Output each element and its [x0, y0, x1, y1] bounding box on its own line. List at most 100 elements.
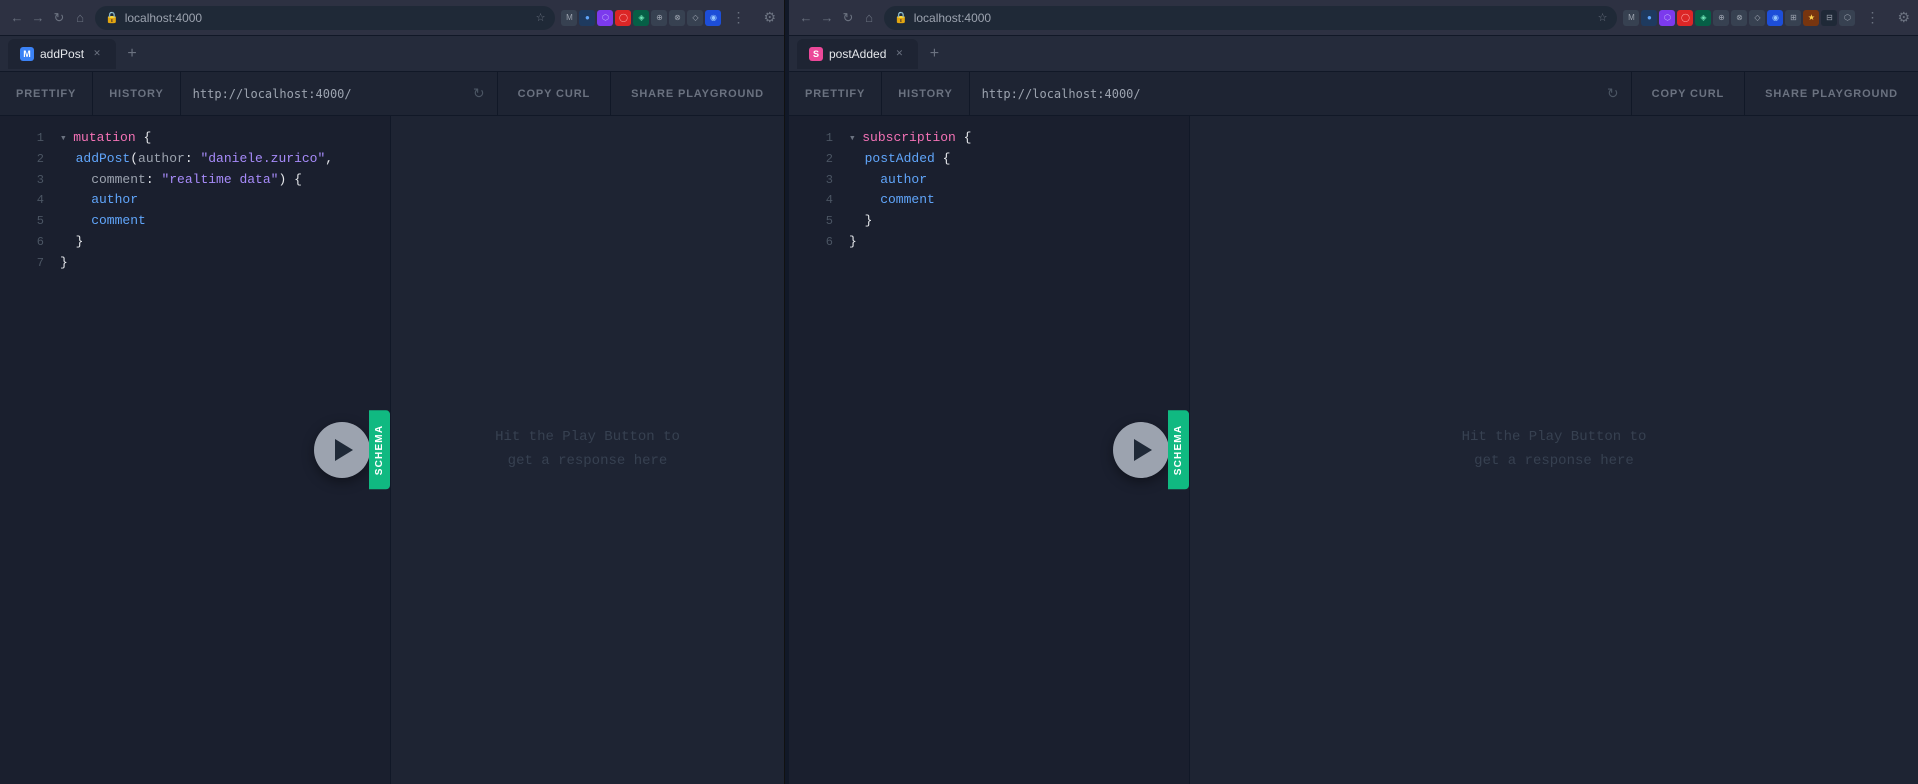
star-icon-2: ☆ [1598, 11, 1608, 24]
extension-icons-1: M ● ⬡ ◯ ◈ ⊕ ⊗ ◇ ◉ [561, 10, 721, 26]
tab-close-2[interactable]: ✕ [892, 47, 906, 61]
collapse-icon-2: ▾ [849, 133, 862, 145]
code-line-2-6: 6 } [805, 232, 1173, 253]
ext-icon-1g: ⊗ [669, 10, 685, 26]
history-button-2[interactable]: HISTORY [882, 72, 969, 115]
kw-subscription: subscription [862, 130, 956, 145]
url-input-1[interactable] [193, 87, 465, 101]
line-content-1-2: addPost(author: "daniele.zurico", [60, 149, 374, 170]
code-line-1-3: 3 comment: "realtime data") { [16, 170, 374, 191]
url-input-2[interactable] [982, 87, 1599, 101]
forward-button-2[interactable]: → [818, 9, 836, 27]
prettify-button-2[interactable]: PRETTIFY [789, 72, 882, 115]
address-input-1[interactable]: 🔒 localhost:4000 ☆ [95, 6, 555, 30]
ext-icon-2b: ● [1641, 10, 1657, 26]
tab-addpost[interactable]: M addPost ✕ [8, 39, 116, 69]
tab-postadded[interactable]: S postAdded ✕ [797, 39, 918, 69]
menu-button-1[interactable]: ⋮ [727, 7, 749, 28]
star-icon-1: ☆ [536, 11, 546, 24]
back-button-1[interactable]: ← [8, 9, 26, 27]
line-content-1-1: ▾ mutation { [60, 128, 374, 149]
address-bar-row-2: ← → ↻ ⌂ 🔒 localhost:4000 ☆ M ● ⬡ ◯ ◈ ⊕ ⊗… [789, 0, 1918, 36]
line-content-1-3: comment: "realtime data") { [60, 170, 374, 191]
tab-label-1: addPost [40, 47, 84, 61]
ext-icon-2k: ★ [1803, 10, 1819, 26]
url-area-2: ↻ [970, 85, 1631, 102]
code-content-1: 1 ▾ mutation { 2 addPost(author: "daniel… [0, 128, 390, 274]
new-tab-button-1[interactable]: + [120, 42, 144, 66]
new-tab-button-2[interactable]: + [922, 42, 946, 66]
address-bar-row-1: ← → ↻ ⌂ 🔒 localhost:4000 ☆ M ● ⬡ ◯ ◈ ⊕ ⊗… [0, 0, 784, 36]
nav-buttons-1: ← → ↻ ⌂ [8, 9, 89, 27]
reload-button-2[interactable]: ↻ [839, 9, 857, 27]
tab-bar-1: M addPost ✕ + [0, 36, 784, 72]
line-num-1-7: 7 [16, 254, 44, 273]
share-playground-button-2[interactable]: SHARE PLAYGROUND [1744, 72, 1918, 116]
code-content-2: 1 ▾ subscription { 2 postAdded { [789, 128, 1189, 253]
copy-curl-button-2[interactable]: COPY CURL [1631, 72, 1745, 116]
lock-icon-1: 🔒 [105, 11, 119, 24]
line-num-2-2: 2 [805, 150, 833, 169]
share-playground-button-1[interactable]: SHARE PLAYGROUND [610, 72, 784, 116]
response-line2-1: get a response here [495, 450, 680, 474]
browser-window-2: ← → ↻ ⌂ 🔒 localhost:4000 ☆ M ● ⬡ ◯ ◈ ⊕ ⊗… [789, 0, 1918, 784]
code-line-1-2: 2 addPost(author: "daniele.zurico", [16, 149, 374, 170]
schema-button-2[interactable]: SCHEMA [1168, 411, 1189, 490]
address-input-2[interactable]: 🔒 localhost:4000 ☆ [884, 6, 1617, 30]
code-line-1-7: 7 } [16, 253, 374, 274]
query-editor-2[interactable]: 1 ▾ subscription { 2 postAdded { [789, 116, 1189, 784]
home-button-1[interactable]: ⌂ [71, 9, 89, 27]
code-line-1-4: 4 author [16, 190, 374, 211]
settings-icon-2[interactable]: ⚙ [1897, 9, 1910, 26]
url-refresh-2[interactable]: ↻ [1607, 85, 1619, 102]
schema-button-1[interactable]: SCHEMA [369, 411, 390, 490]
ext-icon-2f: ⊕ [1713, 10, 1729, 26]
lock-icon-2: 🔒 [894, 11, 908, 24]
home-button-2[interactable]: ⌂ [860, 9, 878, 27]
ext-icon-2l: ⊟ [1821, 10, 1837, 26]
play-button-2[interactable] [1113, 422, 1169, 478]
line-num-1-4: 4 [16, 191, 44, 210]
browser-window-1: ← → ↻ ⌂ 🔒 localhost:4000 ☆ M ● ⬡ ◯ ◈ ⊕ ⊗… [0, 0, 785, 784]
url-refresh-1[interactable]: ↻ [473, 85, 485, 102]
tab-close-1[interactable]: ✕ [90, 47, 104, 61]
code-line-2-5: 5 } [805, 211, 1173, 232]
prettify-button-1[interactable]: PRETTIFY [0, 72, 93, 115]
code-line-1-6: 6 } [16, 232, 374, 253]
url-text-1: localhost:4000 [125, 11, 530, 25]
schema-btn-container-1: SCHEMA [369, 411, 390, 490]
line-num-1-3: 3 [16, 171, 44, 190]
collapse-icon-1: ▾ [60, 133, 73, 145]
reload-button-1[interactable]: ↻ [50, 9, 68, 27]
nav-buttons-2: ← → ↻ ⌂ [797, 9, 878, 27]
copy-curl-button-1[interactable]: COPY CURL [497, 72, 611, 116]
ext-icon-2h: ◇ [1749, 10, 1765, 26]
play-button-1[interactable] [314, 422, 370, 478]
forward-button-1[interactable]: → [29, 9, 47, 27]
url-text-2: localhost:4000 [914, 11, 1592, 25]
play-triangle-1 [335, 439, 353, 461]
editor-area-2: 1 ▾ subscription { 2 postAdded { [789, 116, 1918, 784]
history-button-1[interactable]: HISTORY [93, 72, 180, 115]
response-placeholder-1: Hit the Play Button to get a response he… [495, 426, 680, 474]
line-num-1-2: 2 [16, 150, 44, 169]
response-line1-1: Hit the Play Button to [495, 426, 680, 450]
ext-icon-1i: ◉ [705, 10, 721, 26]
line-content-2-4: comment [849, 190, 1173, 211]
settings-icon-1[interactable]: ⚙ [763, 9, 776, 26]
response-line2-2: get a response here [1462, 450, 1647, 474]
line-content-1-4: author [60, 190, 374, 211]
back-button-2[interactable]: ← [797, 9, 815, 27]
line-content-2-2: postAdded { [849, 149, 1173, 170]
ext-icon-1d: ◯ [615, 10, 631, 26]
ext-icon-2a: M [1623, 10, 1639, 26]
tab-favicon-2: S [809, 47, 823, 61]
menu-button-2[interactable]: ⋮ [1861, 7, 1883, 28]
line-num-2-5: 5 [805, 212, 833, 231]
query-editor-1[interactable]: 1 ▾ mutation { 2 addPost(author: "daniel… [0, 116, 390, 784]
code-line-2-3: 3 author [805, 170, 1173, 191]
code-line-2-4: 4 comment [805, 190, 1173, 211]
line-num-1-1: 1 [16, 129, 44, 148]
code-line-1-5: 5 comment [16, 211, 374, 232]
tab-bar-2: S postAdded ✕ + [789, 36, 1918, 72]
